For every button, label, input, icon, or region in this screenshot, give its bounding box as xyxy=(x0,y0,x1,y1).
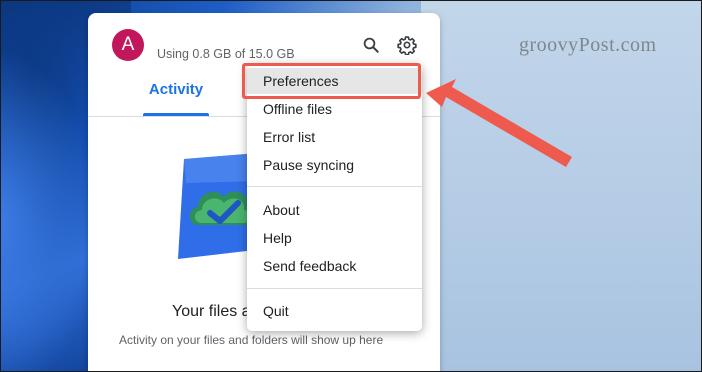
storage-usage-text: Using 0.8 GB of 15.0 GB xyxy=(157,47,295,61)
callout-arrow-icon xyxy=(426,79,572,167)
menu-item-help[interactable]: Help xyxy=(247,225,422,251)
tab-activity[interactable]: Activity xyxy=(143,81,209,117)
avatar[interactable]: A xyxy=(112,29,144,61)
highlight-callout-box xyxy=(242,63,421,99)
gear-icon xyxy=(397,36,417,55)
settings-button[interactable] xyxy=(397,35,417,55)
menu-item-quit[interactable]: Quit xyxy=(247,298,422,324)
watermark: groovyPost.com xyxy=(519,34,657,56)
empty-state-title: Your files a xyxy=(172,303,251,320)
menu-item-pause-syncing[interactable]: Pause syncing xyxy=(247,152,422,178)
menu-item-error-list[interactable]: Error list xyxy=(247,124,422,150)
menu-item-about[interactable]: About xyxy=(247,197,422,223)
settings-menu: Preferences Offline files Error list Pau… xyxy=(247,64,422,331)
menu-item-send-feedback[interactable]: Send feedback xyxy=(247,253,422,279)
screenshot-frame: groovyPost.com A Using 0.8 GB of 15.0 GB… xyxy=(0,0,702,372)
search-button[interactable] xyxy=(361,35,381,55)
menu-separator xyxy=(247,288,422,289)
menu-item-offline-files[interactable]: Offline files xyxy=(247,96,422,122)
empty-state-subtitle: Activity on your files and folders will … xyxy=(119,333,384,347)
search-icon xyxy=(363,37,379,53)
menu-separator xyxy=(247,186,422,187)
